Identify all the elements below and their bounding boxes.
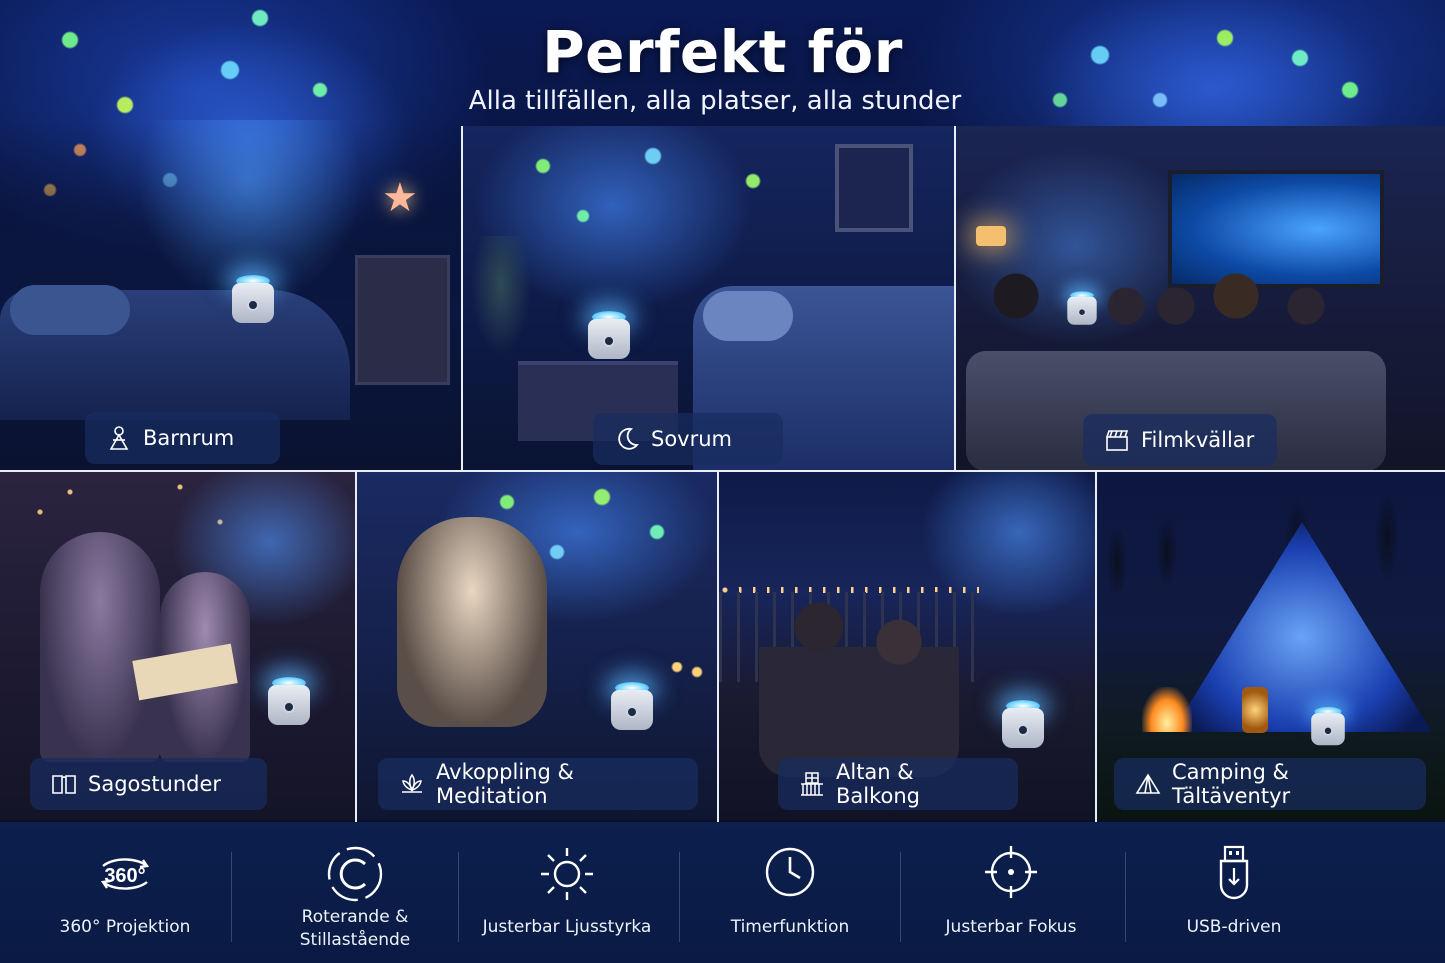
feature-brightness: Justerbar Ljusstyrka (467, 822, 667, 963)
lotus-icon (402, 773, 422, 793)
col-divider (461, 126, 463, 470)
couple-silhouettes (759, 597, 959, 777)
scene-panel-avkoppling: Avkoppling & Meditation (357, 472, 717, 820)
scene-panel-filmkvallar: Filmkvällar (956, 126, 1445, 470)
focus-target-icon (985, 846, 1037, 898)
candles (667, 662, 707, 692)
clock-icon (765, 847, 815, 897)
scene-panel-sovrum: Sovrum (463, 126, 954, 470)
feature-label-line1: Roterande & (301, 907, 409, 927)
feature-divider (231, 852, 232, 942)
scene-label-sagostunder: Sagostunder (30, 758, 267, 810)
plant (471, 236, 531, 356)
projector-device (1002, 700, 1044, 748)
shelf (355, 255, 450, 385)
scene-panel-camping: Camping & Tältäventyr (1097, 472, 1445, 820)
feature-label-line2: Stillastående (299, 930, 411, 950)
scene-label-text: Filmkvällar (1141, 428, 1255, 452)
mother-silhouette (40, 532, 160, 762)
usb-icon (1219, 845, 1249, 900)
pillow (703, 291, 793, 341)
360-icon: 360° (100, 858, 150, 890)
balcony-icon (801, 772, 823, 796)
scene-panel-barnrum: ★ Barnrum (0, 120, 461, 470)
col-divider (355, 472, 357, 822)
feature-label: Justerbar Ljusstyrka (482, 917, 652, 937)
book-icon (52, 775, 76, 794)
scene-label-altan: Altan & Balkong (778, 758, 1018, 810)
pillow (10, 285, 130, 335)
feature-label: Roterande & Stillastående (245, 906, 465, 952)
col-divider (717, 472, 719, 822)
scene-label-filmkvallar: Filmkvällar (1083, 414, 1277, 466)
feature-label: Justerbar Fokus (945, 917, 1077, 937)
col-divider (1095, 472, 1097, 822)
feature-divider (679, 852, 680, 942)
scene-label-text: Camping & Tältäventyr (1172, 760, 1291, 808)
star-lamp-icon: ★ (382, 176, 418, 220)
projector-device (588, 311, 630, 359)
projector-device (232, 275, 274, 323)
scene-panel-altan: Altan & Balkong (719, 472, 1095, 820)
feature-label: Timerfunktion (730, 917, 850, 937)
scene-label-text: Barnrum (143, 426, 235, 450)
lantern (1242, 687, 1268, 733)
feature-timer: Timerfunktion (690, 822, 890, 963)
feature-rotating: Roterande & Stillastående (245, 822, 465, 963)
feature-divider (900, 852, 901, 942)
lamp (976, 226, 1006, 246)
projector-device (268, 677, 310, 725)
scene-label-avkoppling: Avkoppling & Meditation (378, 758, 698, 810)
sun-icon (541, 848, 593, 900)
child-icon (109, 426, 129, 450)
feature-360: 360° 360° Projektion (20, 822, 230, 963)
projector-device (1311, 706, 1345, 746)
clapperboard-icon (1106, 430, 1129, 451)
page-title: Perfekt för (542, 18, 903, 86)
moon-icon (618, 427, 639, 450)
feature-usb: USB-driven (1134, 822, 1334, 963)
rotate-icon (327, 846, 383, 902)
360-icon-text: 360° (104, 865, 145, 887)
scene-panel-sagostunder: Sagostunder (0, 472, 355, 820)
col-divider (954, 126, 956, 470)
page-subtitle: Alla tillfällen, alla platser, alla stun… (468, 86, 962, 116)
woman-meditating (397, 517, 547, 727)
audience-silhouettes (976, 266, 1356, 366)
projector-device (611, 682, 653, 730)
feature-label: USB-driven (1186, 917, 1282, 937)
scene-label-text: Sagostunder (88, 772, 222, 796)
features-bar: 360° 360° Projektion Roterande & Stillas… (0, 822, 1445, 963)
campfire (1142, 687, 1192, 732)
scene-label-barnrum: Barnrum (85, 412, 280, 464)
tent-icon (1135, 773, 1161, 794)
scene-label-text: Altan & Balkong (836, 760, 921, 808)
feature-divider (1125, 852, 1126, 942)
feature-label: 360° Projektion (59, 917, 191, 937)
feature-divider (458, 852, 459, 942)
feature-focus: Justerbar Fokus (911, 822, 1111, 963)
scene-label-text: Sovrum (651, 427, 733, 451)
scene-label-sovrum: Sovrum (593, 413, 783, 465)
projector-device (1067, 291, 1097, 325)
scene-label-camping: Camping & Tältäventyr (1114, 758, 1426, 810)
scene-label-text: Avkoppling & Meditation (436, 760, 574, 808)
picture-frame (835, 144, 913, 232)
